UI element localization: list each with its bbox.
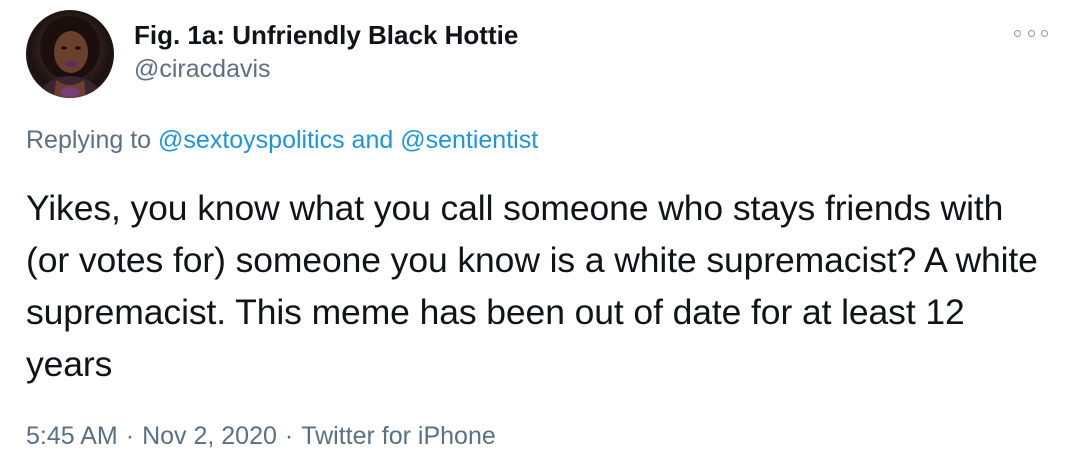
tweet-card: Fig. 1a: Unfriendly Black Hottie @ciracd… xyxy=(0,0,1070,476)
display-name[interactable]: Fig. 1a: Unfriendly Black Hottie xyxy=(134,19,518,51)
more-dot-icon xyxy=(1041,29,1048,37)
author-block: Fig. 1a: Unfriendly Black Hottie @ciracd… xyxy=(134,19,518,85)
tweet-time[interactable]: 5:45 AM xyxy=(26,422,118,450)
tweet-date[interactable]: Nov 2, 2020 xyxy=(142,422,277,450)
handle[interactable]: @ciracdavis xyxy=(134,53,518,85)
meta-separator: · xyxy=(284,422,294,450)
tweet-meta: 5:45 AM · Nov 2, 2020 · Twitter for iPhone xyxy=(26,419,496,453)
tweet-text: Yikes, you know what you call someone wh… xyxy=(26,188,1038,384)
more-dot-icon xyxy=(1014,29,1021,37)
avatar[interactable] xyxy=(26,10,114,98)
mention-link[interactable]: @sentientist xyxy=(400,126,538,154)
avatar-image xyxy=(36,16,104,98)
replying-to: Replying to @sextoyspolitics and @sentie… xyxy=(26,124,538,156)
more-dot-icon xyxy=(1027,29,1035,37)
mention-link[interactable]: @sextoyspolitics xyxy=(158,126,345,154)
tweet-source[interactable]: Twitter for iPhone xyxy=(301,422,496,450)
mention-joiner: and xyxy=(351,126,394,154)
more-options-icon[interactable] xyxy=(1014,22,1048,44)
meta-separator: · xyxy=(125,422,135,450)
replying-to-label: Replying to xyxy=(26,126,152,154)
